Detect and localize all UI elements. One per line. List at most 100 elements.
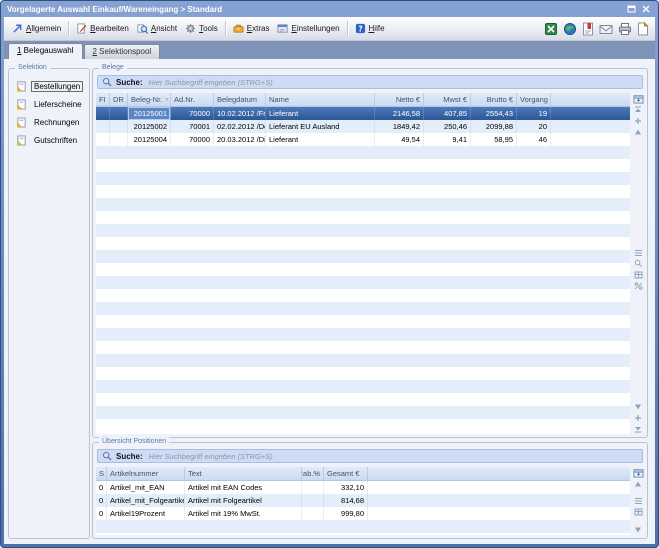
empty-row: [96, 419, 630, 432]
sort-descending-icon: ▿: [165, 96, 168, 103]
document-icon: [16, 117, 27, 128]
table-row[interactable]: 0 Artikel_mit_EAN Artikel mit EAN Codes …: [96, 481, 630, 494]
export-grid-icon[interactable]: [632, 467, 644, 478]
empty-row: [96, 328, 630, 341]
menu-toolbar: Allgemein Bearbeiten Ansicht Tools Extra…: [4, 17, 655, 41]
table-row[interactable]: 0 Artikel19Prozent Artikel mit 19% MwSt.…: [96, 507, 630, 520]
column-header-adnr[interactable]: Ad.Nr.: [171, 93, 214, 106]
focused-cell[interactable]: 20125001: [128, 107, 171, 120]
move-row-icon[interactable]: [632, 115, 644, 126]
table-row[interactable]: 20125002 70001 02.02.2012 /Do Lieferant …: [96, 120, 630, 133]
column-header-rab[interactable]: Rab.%: [302, 467, 324, 480]
empty-row: [96, 341, 630, 354]
empty-row: [96, 315, 630, 328]
positionen-grid-rail: [631, 467, 645, 535]
sidebar-item-rechnungen[interactable]: Rechnungen: [16, 117, 87, 128]
table-row[interactable]: 0 Artikel_mit_Folgeartikel Artikel mit F…: [96, 494, 630, 507]
search-detail-icon[interactable]: [632, 258, 644, 269]
positionen-search-input[interactable]: [147, 450, 638, 463]
list-view-icon[interactable]: [632, 496, 644, 507]
toolbox-icon: [233, 23, 244, 34]
table-row[interactable]: 20125001 70000 10.02.2012 /Fr Lieferant …: [96, 107, 630, 120]
percent-view-icon[interactable]: [632, 280, 644, 291]
scroll-to-top-icon[interactable]: [632, 104, 644, 115]
scroll-up-icon[interactable]: [632, 126, 644, 137]
grid-view-icon[interactable]: [632, 269, 644, 280]
column-header-artikelnummer[interactable]: Artikelnummer: [107, 467, 185, 480]
belege-group-label: Belege: [99, 63, 127, 73]
column-header-fi[interactable]: FI: [96, 93, 110, 106]
toolbar-separator: [225, 21, 226, 36]
sidebar-item-gutschriften[interactable]: Gutschriften: [16, 135, 87, 146]
column-header-mwst[interactable]: Mwst €: [424, 93, 471, 106]
globe-icon[interactable]: [563, 22, 577, 36]
column-header-brutto[interactable]: Brutto €: [471, 93, 517, 106]
belege-grid: FI DR Beleg-Nr.▿ Ad.Nr. Belegdatum Name …: [96, 93, 630, 434]
application-window: Vorgelagerte Auswahl Einkauf/Wareneingan…: [0, 0, 659, 548]
restore-window-icon[interactable]: [625, 4, 637, 14]
empty-row: [96, 367, 630, 380]
magnifier-document-icon: [137, 23, 148, 34]
empty-row: [96, 406, 630, 419]
selektion-group: Selektion Bestellungen Lieferscheine Rec…: [8, 68, 90, 539]
mail-icon[interactable]: [599, 23, 613, 35]
empty-row: [96, 263, 630, 276]
empty-row: [96, 250, 630, 263]
sidebar-item-lieferscheine[interactable]: Lieferscheine: [16, 99, 87, 110]
new-document-icon[interactable]: [637, 22, 649, 36]
column-header-name[interactable]: Name: [266, 93, 375, 106]
help-icon: ?: [355, 23, 366, 34]
scroll-up-icon[interactable]: [632, 478, 644, 489]
export-grid-icon[interactable]: [632, 93, 644, 104]
edit-document-icon: [76, 23, 87, 34]
printer-icon[interactable]: [618, 22, 632, 36]
belege-grid-header: FI DR Beleg-Nr.▿ Ad.Nr. Belegdatum Name …: [96, 93, 630, 107]
column-header-vorgang[interactable]: Vorgang: [517, 93, 551, 106]
menu-hilfe[interactable]: ? Hilfe: [351, 21, 389, 36]
column-header-netto[interactable]: Netto €: [375, 93, 424, 106]
column-header-belegdatum[interactable]: Belegdatum: [214, 93, 266, 106]
column-header-belegnr[interactable]: Beleg-Nr.▿: [128, 93, 171, 106]
tab-belegauswahl[interactable]: 1 Belegauswahl: [8, 43, 83, 59]
scroll-down-icon[interactable]: [632, 401, 644, 412]
column-header-dr[interactable]: DR: [110, 93, 128, 106]
sidebar-item-bestellungen[interactable]: Bestellungen: [16, 81, 87, 92]
menu-tools[interactable]: Tools: [181, 21, 222, 36]
menu-allgemein[interactable]: Allgemein: [8, 21, 65, 36]
column-header-filler: [368, 467, 630, 480]
column-header-s[interactable]: S: [96, 467, 107, 480]
positionen-group: Übersicht Positionen Suche: S Artikelnum…: [92, 442, 648, 539]
close-window-icon[interactable]: [640, 4, 652, 14]
excel-icon[interactable]: [544, 22, 558, 36]
grid-view-icon[interactable]: [632, 507, 644, 518]
menu-einstellungen[interactable]: Einstellungen: [273, 21, 343, 36]
positionen-grid-body: 0 Artikel_mit_EAN Artikel mit EAN Codes …: [96, 481, 630, 535]
tab-strip: 1 Belegauswahl 2 Selektionspool: [4, 41, 655, 59]
scroll-down-icon[interactable]: [632, 524, 644, 535]
empty-row: [96, 237, 630, 250]
window-body: Allgemein Bearbeiten Ansicht Tools Extra…: [4, 17, 655, 544]
positionen-grid-header: S Artikelnummer Text Rab.% Gesamt €: [96, 467, 630, 481]
gear-icon: [185, 23, 196, 34]
menu-bearbeiten[interactable]: Bearbeiten: [72, 21, 133, 36]
menu-extras[interactable]: Extras: [229, 21, 274, 36]
empty-row: [96, 276, 630, 289]
column-header-gesamt[interactable]: Gesamt €: [324, 467, 368, 480]
list-view-icon[interactable]: [632, 247, 644, 258]
document-icon: [16, 81, 27, 92]
tab-selektionspool[interactable]: 2 Selektionspool: [84, 44, 161, 59]
scroll-to-bottom-icon[interactable]: [632, 423, 644, 434]
pdf-document-icon[interactable]: [582, 22, 594, 36]
empty-row: [96, 354, 630, 367]
menu-ansicht[interactable]: Ansicht: [133, 21, 181, 36]
table-row[interactable]: 20125004 70000 20.03.2012 /Di Lieferant …: [96, 133, 630, 146]
empty-row: [96, 393, 630, 406]
toolbar-separator: [347, 21, 348, 36]
column-header-text[interactable]: Text: [185, 467, 302, 480]
move-row-down-icon[interactable]: [632, 412, 644, 423]
empty-row: [96, 533, 630, 535]
toolbar-separator: [68, 21, 69, 36]
empty-row: [96, 302, 630, 315]
belege-search-input[interactable]: [147, 76, 638, 89]
positionen-search-bar: Suche:: [97, 449, 643, 463]
